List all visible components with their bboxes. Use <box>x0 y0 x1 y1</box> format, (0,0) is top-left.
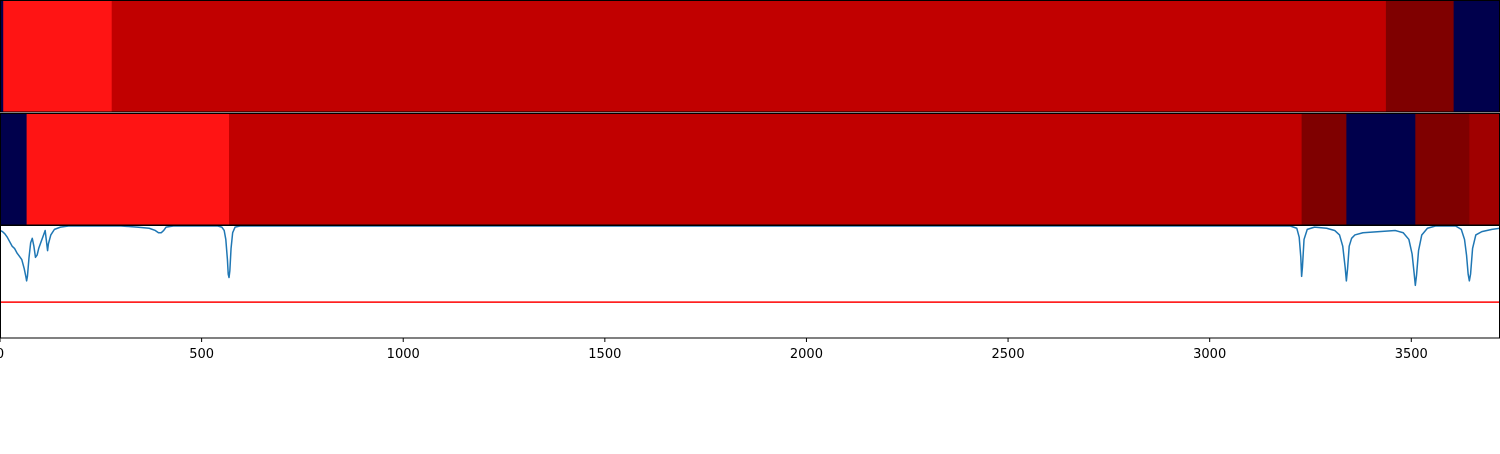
heatmap-cell <box>26 113 230 225</box>
x-tick-label: 1500 <box>588 347 621 362</box>
heatmap-cell <box>1346 113 1416 225</box>
line-panel-background <box>0 225 1500 338</box>
x-axis: 0 500 1000 1500 2000 2500 3000 3500 <box>0 338 1428 362</box>
x-tick-label: 2000 <box>790 347 823 362</box>
chart-figure: 0 500 1000 1500 2000 2500 3000 3500 <box>0 0 1500 450</box>
heatmap-row-2 <box>0 113 1500 226</box>
heatmap-cell <box>1385 0 1455 112</box>
x-tick-label: 3500 <box>1395 347 1428 362</box>
heatmap-cell <box>1415 113 1470 225</box>
x-tick-label: 1000 <box>387 347 420 362</box>
x-tick-label: 2500 <box>992 347 1025 362</box>
x-tick-label: 3000 <box>1193 347 1226 362</box>
heatmap-cell <box>111 0 1387 112</box>
heatmap-cell <box>1301 113 1347 225</box>
heatmap-cell <box>3 0 113 112</box>
heatmap-cell <box>0 113 28 225</box>
line-panel <box>0 225 1500 339</box>
heatmap-cell <box>1469 113 1500 225</box>
heatmap-row-1 <box>0 0 1500 113</box>
x-tick-label: 0 <box>0 347 4 362</box>
chart-svg: 0 500 1000 1500 2000 2500 3000 3500 <box>0 0 1500 362</box>
heatmap-cell <box>229 113 1303 225</box>
x-tick-label: 500 <box>189 347 214 362</box>
heatmap-cell <box>1453 0 1500 112</box>
